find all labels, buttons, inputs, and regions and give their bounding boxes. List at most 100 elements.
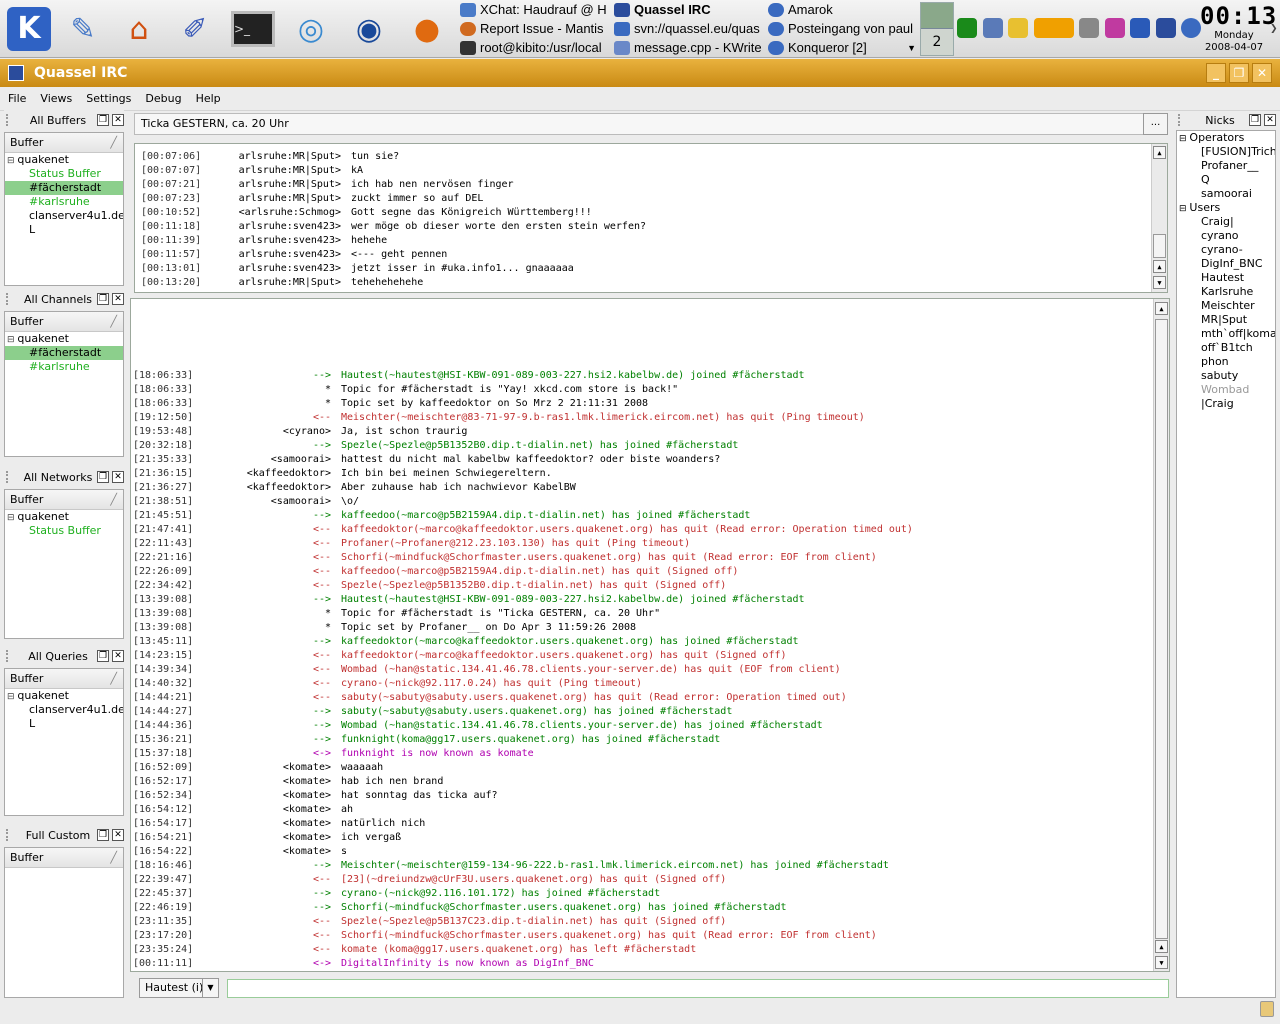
task-quassel[interactable]: Quassel IRC: [614, 0, 764, 19]
tray-app-icon[interactable]: [1104, 18, 1125, 38]
nick-item[interactable]: Profaner__: [1177, 159, 1275, 173]
buffer-tree[interactable]: Buffer╱quakenetStatus Buffer: [4, 489, 124, 639]
float-icon[interactable]: ❐: [97, 829, 109, 841]
main-chat-scrollbar[interactable]: ▲ ▲ ▼: [1153, 299, 1169, 971]
quassel-tray-icon[interactable]: [1155, 18, 1176, 38]
dock-grip-icon[interactable]: [6, 114, 16, 126]
task-mantis[interactable]: Report Issue - Mantis: [460, 19, 610, 38]
nick-item[interactable]: Karlsruhe: [1177, 285, 1275, 299]
amarok-tray-icon[interactable]: [1181, 18, 1201, 38]
float-icon[interactable]: ❐: [97, 471, 109, 483]
pager-desktop-1[interactable]: [921, 3, 953, 29]
scroll-down-arrow-icon[interactable]: ▼: [1155, 956, 1168, 969]
menu-file[interactable]: File: [8, 92, 26, 105]
konqueror-launcher-icon[interactable]: ◎: [286, 4, 336, 54]
buffer-item[interactable]: #karlsruhe: [5, 195, 123, 209]
task-amarok[interactable]: Amarok: [768, 0, 918, 19]
scroll-up-arrow-icon[interactable]: ▲: [1155, 302, 1168, 315]
close-icon[interactable]: ✕: [112, 293, 124, 305]
dock-grip-icon[interactable]: [1178, 114, 1188, 126]
crossover-icon[interactable]: [1033, 18, 1074, 38]
menu-views[interactable]: Views: [40, 92, 72, 105]
buffer-item[interactable]: L: [5, 717, 123, 731]
main-chat-view[interactable]: ▲ ▲ ▼ [18:06:33] --> Hautest(~hautest@HSI-…: [130, 298, 1170, 972]
buffer-column-header[interactable]: Buffer ╱: [5, 669, 123, 689]
buffer-item[interactable]: clanserver4u1.de...: [5, 703, 123, 717]
buffer-item[interactable]: Status Buffer: [5, 524, 123, 538]
kde-menu-icon[interactable]: K: [4, 4, 54, 54]
buffer-tree[interactable]: Buffer╱quakenet#fächerstadt#karlsruhe: [4, 311, 124, 457]
float-icon[interactable]: ❐: [1249, 114, 1261, 126]
nick-group[interactable]: Users: [1177, 201, 1275, 215]
scroll-up-arrow-icon[interactable]: ▲: [1153, 146, 1166, 159]
message-input[interactable]: [227, 979, 1169, 998]
nick-item[interactable]: [FUSION]Trich: [1177, 145, 1275, 159]
buffer-tree[interactable]: Buffer ╱: [4, 847, 124, 998]
scroll-up-arrow-icon[interactable]: ▲: [1153, 260, 1166, 273]
buffer-tree[interactable]: Buffer╱quakenetclanserver4u1.de...L: [4, 668, 124, 816]
task-xchat[interactable]: XChat: Haudrauf @ H: [460, 0, 610, 19]
pager-desktop-2[interactable]: 2: [921, 29, 953, 55]
upper-chat-view[interactable]: ▲ ▲ ▼ [00:07:06] arlsruhe:MR|Sput> tun sie…: [134, 143, 1168, 293]
buffer-tree[interactable]: Buffer╱quakenetStatus Buffer#fächerstadt…: [4, 132, 124, 286]
text-editor-launcher-icon[interactable]: ✎: [58, 4, 108, 54]
buffer-item[interactable]: #karlsruhe: [5, 360, 123, 374]
buffer-item[interactable]: quakenet: [5, 689, 123, 703]
scroll-up-arrow-icon[interactable]: ▲: [1155, 940, 1168, 953]
nick-item[interactable]: Hautest: [1177, 271, 1275, 285]
menu-settings[interactable]: Settings: [86, 92, 131, 105]
nick-item[interactable]: Wombad: [1177, 383, 1275, 397]
task-svn[interactable]: svn://quassel.eu/quas: [614, 19, 764, 38]
nick-item[interactable]: Q: [1177, 173, 1275, 187]
nick-item[interactable]: DigInf_BNC: [1177, 257, 1275, 271]
float-icon[interactable]: ❐: [97, 114, 109, 126]
buffer-item[interactable]: #fächerstadt: [5, 181, 123, 195]
menu-help[interactable]: Help: [196, 92, 221, 105]
buffer-item[interactable]: quakenet: [5, 510, 123, 524]
upper-chat-scrollbar[interactable]: ▲ ▲ ▼: [1151, 144, 1167, 292]
buffer-item[interactable]: Status Buffer: [5, 167, 123, 181]
close-icon[interactable]: ✕: [112, 829, 124, 841]
menu-debug[interactable]: Debug: [145, 92, 181, 105]
firefox-launcher-icon[interactable]: ●: [402, 4, 452, 54]
close-icon[interactable]: ✕: [112, 650, 124, 662]
nick-item[interactable]: |Craig: [1177, 397, 1275, 411]
task-terminal[interactable]: root@kibito:/usr/local: [460, 38, 610, 57]
chevron-down-icon[interactable]: ▼: [202, 979, 218, 997]
buffer-column-header[interactable]: Buffer ╱: [5, 490, 123, 510]
dock-grip-icon[interactable]: [6, 829, 16, 841]
buffer-item[interactable]: quakenet: [5, 332, 123, 346]
tray-app-icon[interactable]: [957, 18, 977, 38]
speaker-icon[interactable]: [982, 18, 1003, 38]
nick-item[interactable]: MR|Sput: [1177, 313, 1275, 327]
nick-item[interactable]: samoorai: [1177, 187, 1275, 201]
buffer-column-header[interactable]: Buffer ╱: [5, 848, 123, 868]
buffer-column-header[interactable]: Buffer ╱: [5, 312, 123, 332]
panel-scroll-arrow-icon[interactable]: ❯: [1270, 24, 1278, 34]
tray-app-icon[interactable]: [1130, 18, 1150, 38]
minimize-button[interactable]: _: [1206, 63, 1226, 83]
nick-selector[interactable]: Hautest (i) ▼: [139, 978, 219, 998]
close-icon[interactable]: ✕: [1264, 114, 1276, 126]
scrollbar-thumb[interactable]: [1153, 234, 1166, 258]
nick-item[interactable]: Meischter: [1177, 299, 1275, 313]
nick-item[interactable]: cyrano-: [1177, 243, 1275, 257]
maximize-button[interactable]: ❐: [1229, 63, 1249, 83]
buffer-item[interactable]: quakenet: [5, 153, 123, 167]
home-folder-launcher-icon[interactable]: ⌂: [114, 4, 164, 54]
buffer-item[interactable]: L: [5, 223, 123, 237]
task-kwrite[interactable]: message.cpp - KWrite: [614, 38, 764, 57]
tray-app-icon[interactable]: [1008, 18, 1028, 38]
close-icon[interactable]: ✕: [112, 114, 124, 126]
nick-item[interactable]: Craig|: [1177, 215, 1275, 229]
nick-item[interactable]: phon: [1177, 355, 1275, 369]
task-mail[interactable]: Posteingang von paul: [768, 19, 918, 38]
nick-item[interactable]: off`B1tch: [1177, 341, 1275, 355]
task-konqueror-group[interactable]: Konqueror [2] ▼: [768, 38, 916, 57]
float-icon[interactable]: ❐: [97, 650, 109, 662]
thunderbird-launcher-icon[interactable]: ◉: [344, 4, 394, 54]
float-icon[interactable]: ❐: [97, 293, 109, 305]
nick-list[interactable]: Operators[FUSION]TrichProfaner__Qsamoora…: [1176, 130, 1276, 998]
nick-group[interactable]: Operators: [1177, 131, 1275, 145]
close-button[interactable]: ✕: [1252, 63, 1272, 83]
